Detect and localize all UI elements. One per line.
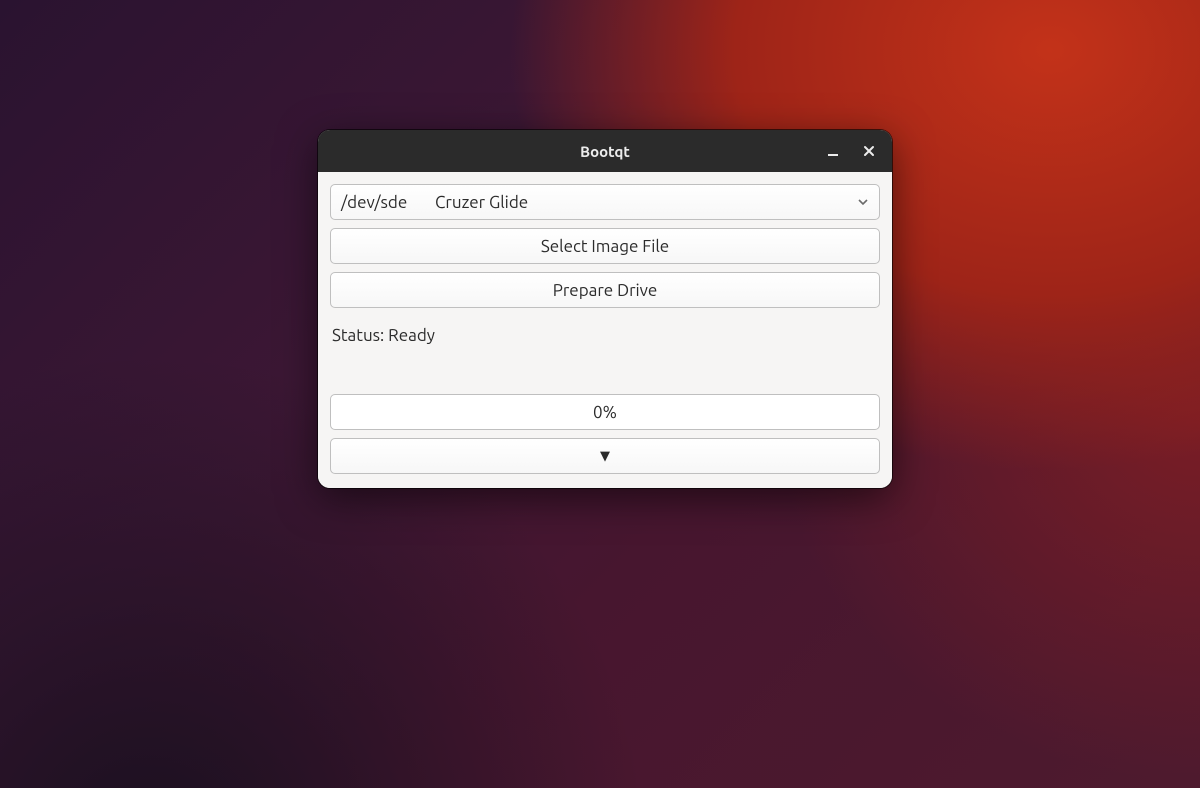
drive-select-combo[interactable]: /dev/sde Cruzer Glide — [330, 184, 880, 220]
titlebar[interactable]: Bootqt — [318, 130, 892, 172]
minimize-button[interactable] — [816, 136, 850, 166]
drive-label: Cruzer Glide — [435, 193, 869, 212]
select-image-button[interactable]: Select Image File — [330, 228, 880, 264]
drive-device-path: /dev/sde — [341, 193, 417, 212]
expand-details-button[interactable]: ▼ — [330, 438, 880, 474]
close-icon — [862, 144, 876, 158]
chevron-down-icon — [857, 196, 869, 208]
window-controls — [816, 130, 886, 172]
triangle-down-icon: ▼ — [600, 450, 610, 463]
app-window: Bootqt /dev/sde Cruzer Glide — [318, 130, 892, 488]
progress-text: 0% — [593, 403, 617, 422]
progress-bar: 0% — [330, 394, 880, 430]
prepare-drive-label: Prepare Drive — [553, 281, 658, 300]
window-client-area: /dev/sde Cruzer Glide Select Image File … — [318, 172, 892, 488]
minimize-icon — [826, 144, 840, 158]
dropdown-caret — [857, 185, 869, 219]
status-text: Status: Ready — [332, 326, 435, 345]
desktop-background: Bootqt /dev/sde Cruzer Glide — [0, 0, 1200, 788]
status-area: Status: Ready — [330, 316, 880, 394]
prepare-drive-button[interactable]: Prepare Drive — [330, 272, 880, 308]
close-button[interactable] — [852, 136, 886, 166]
window-title: Bootqt — [580, 143, 630, 160]
select-image-label: Select Image File — [541, 237, 669, 256]
